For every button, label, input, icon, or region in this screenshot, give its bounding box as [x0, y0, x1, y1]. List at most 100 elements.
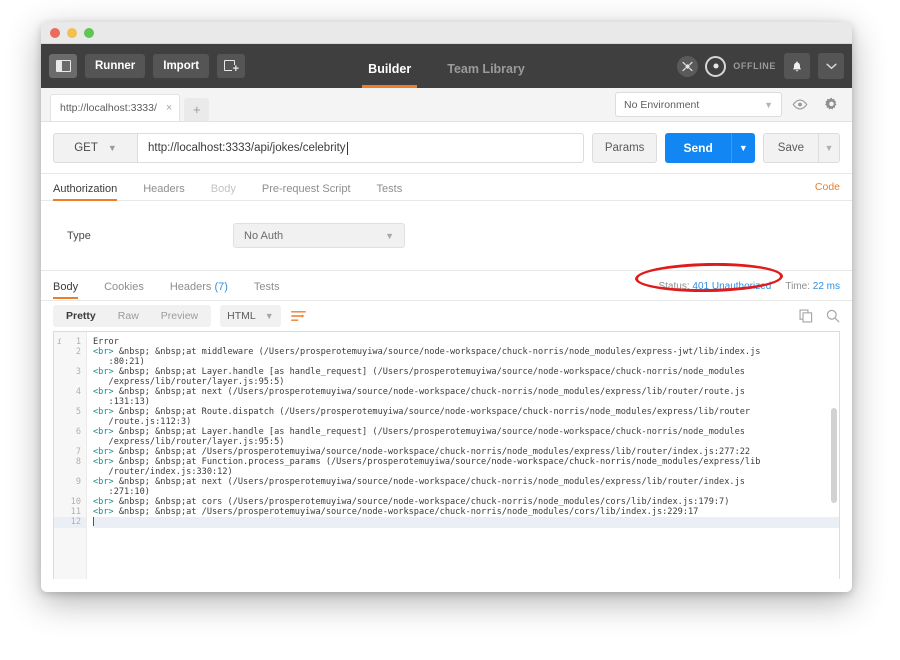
response-format-value: HTML: [227, 310, 256, 322]
code-tag: <br>: [93, 347, 114, 357]
code-line: <br> &nbsp; &nbsp;at next (/Users/prospe…: [93, 477, 839, 497]
line-number: 10: [70, 497, 81, 507]
code-tag: <br>: [93, 387, 114, 397]
response-body-viewer[interactable]: i 1 2 3 4 5 6 7 8 9 10 11 12 Error <br> &nbsp; &nbsp…: [53, 331, 840, 579]
code-tag: <br>: [93, 367, 114, 377]
response-tab-body[interactable]: Body: [53, 272, 79, 299]
response-body-code[interactable]: Error <br> &nbsp; &nbsp;at middleware (/U…: [87, 332, 839, 579]
save-button-group: Save ▼: [762, 133, 840, 163]
response-tab-cookies[interactable]: Cookies: [104, 272, 144, 299]
chevron-down-icon: [825, 63, 837, 69]
line-number: 9: [75, 477, 81, 487]
auth-type-select[interactable]: No Auth ▼: [233, 223, 405, 248]
add-tab-button[interactable]: +: [184, 98, 210, 121]
tab-builder[interactable]: Builder: [362, 44, 418, 88]
code-text: &nbsp; &nbsp;at /Users/prosperotemuyiwa/…: [113, 507, 699, 517]
search-button[interactable]: [826, 309, 840, 323]
response-tab-headers[interactable]: Headers (7): [170, 272, 228, 299]
sidebar-toggle-button[interactable]: [49, 54, 77, 78]
code-line: <br> &nbsp; &nbsp;at Layer.handle [as ha…: [93, 367, 839, 387]
account-menu-button[interactable]: [818, 53, 844, 79]
environment-quick-look-button[interactable]: [787, 92, 813, 117]
interceptor-glyph: [682, 61, 693, 71]
code-tag: <br>: [93, 497, 114, 507]
import-button[interactable]: Import: [153, 54, 210, 78]
save-button[interactable]: Save: [762, 133, 818, 163]
new-window-icon: +: [224, 59, 241, 74]
minimize-window-button[interactable]: [67, 27, 77, 38]
send-options-button[interactable]: ▼: [730, 133, 755, 163]
response-tab-cookies-label: Cookies: [104, 281, 144, 293]
close-window-button[interactable]: [50, 27, 60, 38]
code-scrollbar-thumb[interactable]: [831, 407, 837, 504]
auth-type-label: Type: [67, 229, 91, 242]
environment-value: No Environment: [624, 98, 700, 111]
code-text: Error: [93, 337, 119, 347]
request-tab-body[interactable]: Body: [211, 174, 236, 201]
request-tab-headers-label: Headers: [143, 182, 185, 195]
request-tab-tests[interactable]: Tests: [377, 174, 403, 201]
code-link[interactable]: Code: [815, 181, 840, 193]
text-caret: [346, 141, 348, 155]
status-label: Status:: [658, 280, 690, 292]
environment-settings-button[interactable]: [818, 92, 844, 117]
line-number: 6: [75, 427, 81, 437]
request-tab-pre-request-script-label: Pre-request Script: [261, 182, 351, 195]
line-number: 8: [75, 457, 81, 467]
code-scrollbar[interactable]: [831, 336, 837, 575]
params-label: Params: [604, 142, 645, 154]
sync-status-label: OFFLINE: [733, 61, 776, 71]
request-tab[interactable]: http://localhost:3333/ ×: [50, 94, 181, 121]
word-wrap-button[interactable]: [290, 310, 306, 322]
app-header: Runner Import + Builder Team Library OFF…: [41, 44, 852, 88]
zoom-window-button[interactable]: [84, 27, 94, 38]
postman-window: Runner Import + Builder Team Library OFF…: [41, 22, 852, 592]
response-format-select[interactable]: HTML ▼: [220, 305, 281, 327]
code-line: <br> &nbsp; &nbsp;at /Users/prosperotemu…: [93, 507, 839, 517]
request-tabs: Authorization Headers Body Pre-request S…: [41, 174, 852, 201]
line-number: 7: [75, 447, 81, 457]
http-method-select[interactable]: GET ▼: [53, 133, 137, 163]
response-tab-tests[interactable]: Tests: [254, 272, 280, 299]
code-tag: <br>: [93, 447, 114, 457]
new-window-button[interactable]: +: [217, 54, 246, 78]
view-mode-preview[interactable]: Preview: [150, 305, 209, 327]
code-text: &nbsp; &nbsp;at cors (/Users/prosperotem…: [113, 497, 730, 507]
tab-team-library[interactable]: Team Library: [447, 44, 525, 88]
environment-select[interactable]: No Environment ▼: [615, 92, 782, 117]
response-meta: Status: 401 Unauthorized Time: 22 ms: [658, 271, 840, 301]
response-headers-count: (7): [214, 281, 228, 293]
runner-button[interactable]: Runner: [85, 54, 146, 78]
code-text: &nbsp; &nbsp;at Function.process_params …: [108, 457, 761, 477]
search-icon: [826, 309, 840, 323]
request-url-row: GET ▼ http://localhost:3333/api/jokes/ce…: [41, 122, 852, 174]
sync-status-icon[interactable]: [705, 55, 727, 77]
response-tab-body-label: Body: [53, 281, 79, 293]
view-mode-pretty[interactable]: Pretty: [55, 305, 107, 327]
gear-icon: [824, 97, 837, 110]
code-text: &nbsp; &nbsp;at Layer.handle [as handle_…: [108, 367, 745, 387]
screenshot-root: Runner Import + Builder Team Library OFF…: [0, 0, 900, 660]
request-tab-authorization[interactable]: Authorization: [53, 174, 118, 201]
tab-builder-label: Builder: [368, 62, 412, 76]
interceptor-icon[interactable]: [677, 55, 699, 77]
response-tabs: Body Cookies Headers (7) Tests Status: 4…: [41, 271, 852, 301]
response-tab-headers-label: Headers: [169, 281, 212, 293]
code-caret: [93, 517, 94, 526]
request-tab-pre-request-script[interactable]: Pre-request Script: [262, 174, 351, 201]
copy-button[interactable]: [799, 309, 813, 323]
view-mode-raw[interactable]: Raw: [107, 305, 150, 327]
save-options-button[interactable]: ▼: [818, 133, 840, 163]
status-value: 401 Unauthorized: [692, 280, 772, 292]
code-tag: <br>: [93, 427, 114, 437]
copy-icon: [799, 309, 813, 323]
request-tab-headers[interactable]: Headers: [143, 174, 185, 201]
close-tab-icon[interactable]: ×: [166, 102, 172, 114]
send-button[interactable]: Send: [665, 133, 731, 163]
url-input[interactable]: http://localhost:3333/api/jokes/celebrit…: [137, 133, 584, 163]
notifications-button[interactable]: [784, 53, 810, 79]
code-line: <br> &nbsp; &nbsp;at Route.dispatch (/Us…: [93, 407, 839, 427]
code-line: <br> &nbsp; &nbsp;at Layer.handle [as ha…: [93, 427, 839, 447]
params-button[interactable]: Params: [591, 133, 658, 163]
code-line: <br> &nbsp; &nbsp;at Function.process_pa…: [93, 457, 839, 477]
